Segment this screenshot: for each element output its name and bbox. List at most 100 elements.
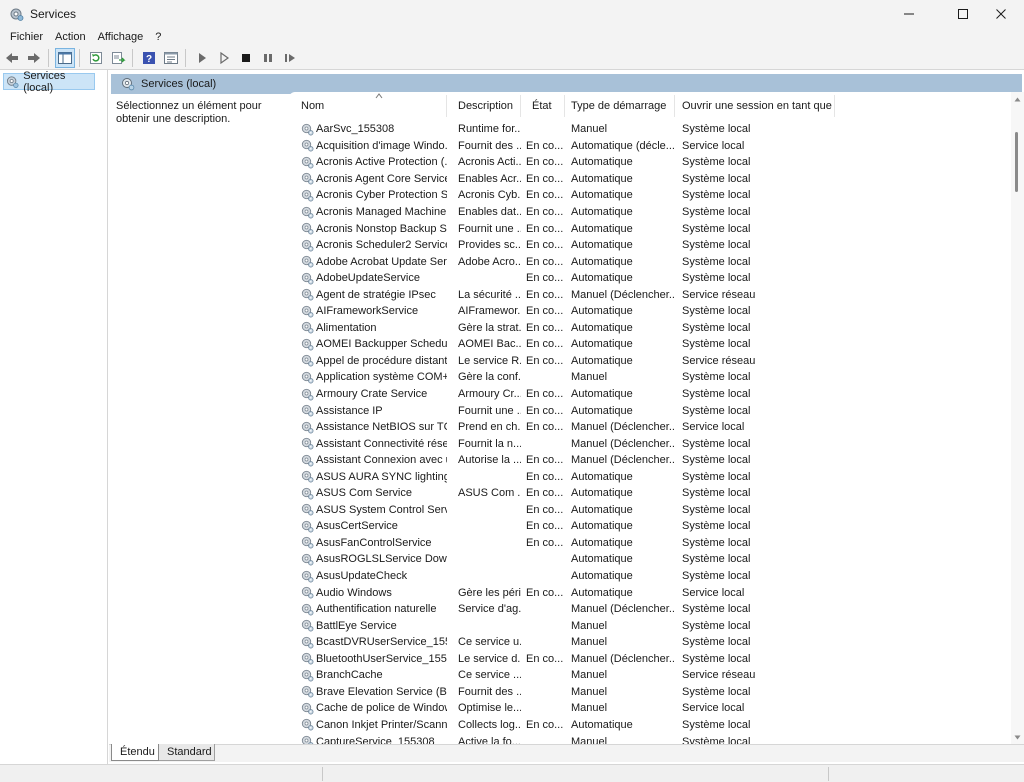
service-name-cell[interactable]: AIFrameworkService [289,305,447,318]
table-row[interactable]: AsusCertService En co... Automatique Systèm… [289,518,1013,535]
tree-item-services-local[interactable]: Services (local) [3,70,95,94]
help-button[interactable]: ? [139,48,159,68]
table-row[interactable]: Armoury Crate Service Armoury Cr... En co.… [289,386,1013,403]
table-row[interactable]: Assistance IP Fournit une ... En co... Auto… [289,402,1013,419]
table-row[interactable]: AsusUpdateCheck Automatique Système local [289,568,1013,585]
table-row[interactable]: BluetoothUserService_155308 Le service d.… [289,651,1013,668]
service-name-cell[interactable]: AsusCertService [289,520,447,533]
table-row[interactable]: BranchCache Ce service ... Manuel Service r… [289,667,1013,684]
service-name-cell[interactable]: Assistant Connexion avec u... [289,454,447,467]
table-row[interactable]: Application système COM+ Gère la conf... M… [289,369,1013,386]
scroll-up-arrow-icon[interactable] [1014,96,1021,103]
service-name-cell[interactable]: Appel de procédure distant... [289,354,447,367]
table-row[interactable]: BcastDVRUserService_155308 Ce service u..… [289,634,1013,651]
service-name-cell[interactable]: Assistance NetBIOS sur TCP... [289,421,447,434]
table-row[interactable]: BattlEye Service Manuel Système local [289,617,1013,634]
table-row[interactable]: Acronis Cyber Protection Se... Acronis Cy… [289,187,1013,204]
table-row[interactable]: AOMEI Backupper Schedule... AOMEI Bac... E… [289,336,1013,353]
service-name-cell[interactable]: CaptureService_155308 [289,735,447,744]
stop-service-button[interactable] [236,48,256,68]
service-name-cell[interactable]: ASUS System Control Service [289,503,447,516]
column-header-startup-type[interactable]: Type de démarrage [565,95,675,117]
service-name-cell[interactable]: BcastDVRUserService_155308 [289,636,447,649]
table-row[interactable]: ASUS AURA SYNC lighting s... En co... Auto… [289,468,1013,485]
service-name-cell[interactable]: ASUS Com Service [289,487,447,500]
service-name-cell[interactable]: Alimentation [289,321,447,334]
table-row[interactable]: Appel de procédure distant... Le service … [289,353,1013,370]
service-name-cell[interactable]: Acronis Active Protection (... [289,156,447,169]
table-row[interactable]: AsusROGLSLService Downl... Automatique Sys… [289,551,1013,568]
service-name-cell[interactable]: Cache de police de Window... [289,702,447,715]
back-button[interactable] [2,48,22,68]
menu-fichier[interactable]: Fichier [4,28,49,46]
table-row[interactable]: Audio Windows Gère les péri... En co... Aut… [289,584,1013,601]
table-row[interactable]: Assistance NetBIOS sur TCP... Prend en ch… [289,419,1013,436]
menu-help[interactable]: ? [149,28,167,46]
table-row[interactable]: ASUS System Control Service En co... Autom… [289,502,1013,519]
table-row[interactable]: AarSvc_155308 Runtime for... Manuel Système… [289,121,1013,138]
tab-standard[interactable]: Standard [159,744,215,761]
service-name-cell[interactable]: Assistant Connectivité réseau [289,437,447,450]
service-name-cell[interactable]: Agent de stratégie IPsec [289,288,447,301]
console-tree-button[interactable] [55,47,75,68]
service-name-cell[interactable]: AarSvc_155308 [289,123,447,136]
table-row[interactable]: Brave Elevation Service (Bra... Fournit d… [289,684,1013,701]
service-name-cell[interactable]: Acronis Managed Machine ... [289,206,447,219]
service-name-cell[interactable]: Armoury Crate Service [289,388,447,401]
table-row[interactable]: AdobeUpdateService En co... Automatique Sys… [289,270,1013,287]
table-row[interactable]: Canon Inkjet Printer/Scann... Collects lo… [289,717,1013,734]
restart-service-button[interactable] [280,48,300,68]
service-name-cell[interactable]: Adobe Acrobat Update Serv... [289,255,447,268]
table-row[interactable]: Acronis Active Protection (... Acronis Ac… [289,154,1013,171]
service-name-cell[interactable]: Acquisition d'image Windo... [289,139,447,152]
forward-button[interactable] [24,48,44,68]
scroll-down-arrow-icon[interactable] [1014,734,1021,741]
column-header-state[interactable]: État [521,95,565,117]
table-row[interactable]: Authentification naturelle Service d'ag..… [289,601,1013,618]
minimize-button[interactable] [886,0,932,28]
service-name-cell[interactable]: Canon Inkjet Printer/Scann... [289,718,447,731]
export-list-button[interactable] [108,48,128,68]
table-row[interactable]: Cache de police de Window... Optimise le.… [289,700,1013,717]
service-name-cell[interactable]: BattlEye Service [289,619,447,632]
start-service-params-button[interactable] [214,48,234,68]
service-name-cell[interactable]: ASUS AURA SYNC lighting s... [289,470,447,483]
service-name-cell[interactable]: BluetoothUserService_155308 [289,652,447,665]
table-row[interactable]: CaptureService_155308 Active la fo... Manu… [289,733,1013,744]
table-row[interactable]: Acquisition d'image Windo... Fournit des … [289,138,1013,155]
service-name-cell[interactable]: AdobeUpdateService [289,272,447,285]
service-name-cell[interactable]: AsusROGLSLService Downl... [289,553,447,566]
table-row[interactable]: Alimentation Gère la strat... En co... Auto… [289,320,1013,337]
scrollbar-thumb[interactable] [1015,132,1018,192]
menu-action[interactable]: Action [49,28,92,46]
service-name-cell[interactable]: Brave Elevation Service (Bra... [289,685,447,698]
service-name-cell[interactable]: AOMEI Backupper Schedule... [289,338,447,351]
table-row[interactable]: ASUS Com Service ASUS Com ... En co... Auto… [289,485,1013,502]
service-name-cell[interactable]: Acronis Agent Core Service [289,172,447,185]
table-row[interactable]: Acronis Agent Core Service Enables Acr...… [289,171,1013,188]
refresh-button[interactable] [86,48,106,68]
service-name-cell[interactable]: Acronis Scheduler2 Service [289,239,447,252]
table-row[interactable]: AsusFanControlService En co... Automatique… [289,535,1013,552]
service-name-cell[interactable]: Assistance IP [289,404,447,417]
table-row[interactable]: Acronis Managed Machine ... Enables dat..… [289,204,1013,221]
service-name-cell[interactable]: AsusFanControlService [289,536,447,549]
service-name-cell[interactable]: AsusUpdateCheck [289,570,447,583]
column-header-logon-as[interactable]: Ouvrir une session en tant que [675,95,835,117]
service-name-cell[interactable]: Application système COM+ [289,371,447,384]
table-row[interactable]: AIFrameworkService AIFramewor... En co... A… [289,303,1013,320]
properties-button[interactable] [161,48,181,68]
table-row[interactable]: Assistant Connexion avec u... Autorise la… [289,452,1013,469]
pause-service-button[interactable] [258,48,278,68]
table-row[interactable]: Acronis Nonstop Backup Se... Fournit une … [289,220,1013,237]
service-name-cell[interactable]: Authentification naturelle [289,603,447,616]
column-header-description[interactable]: Description [447,95,521,117]
vertical-scrollbar[interactable] [1011,92,1024,744]
table-row[interactable]: Adobe Acrobat Update Serv... Adobe Acro..… [289,253,1013,270]
table-row[interactable]: Assistant Connectivité réseau Fournit la … [289,435,1013,452]
service-name-cell[interactable]: Acronis Cyber Protection Se... [289,189,447,202]
tab-etendu[interactable]: Étendu [111,744,159,761]
table-row[interactable]: Acronis Scheduler2 Service Provides sc...… [289,237,1013,254]
close-button[interactable] [978,0,1024,28]
service-name-cell[interactable]: Acronis Nonstop Backup Se... [289,222,447,235]
